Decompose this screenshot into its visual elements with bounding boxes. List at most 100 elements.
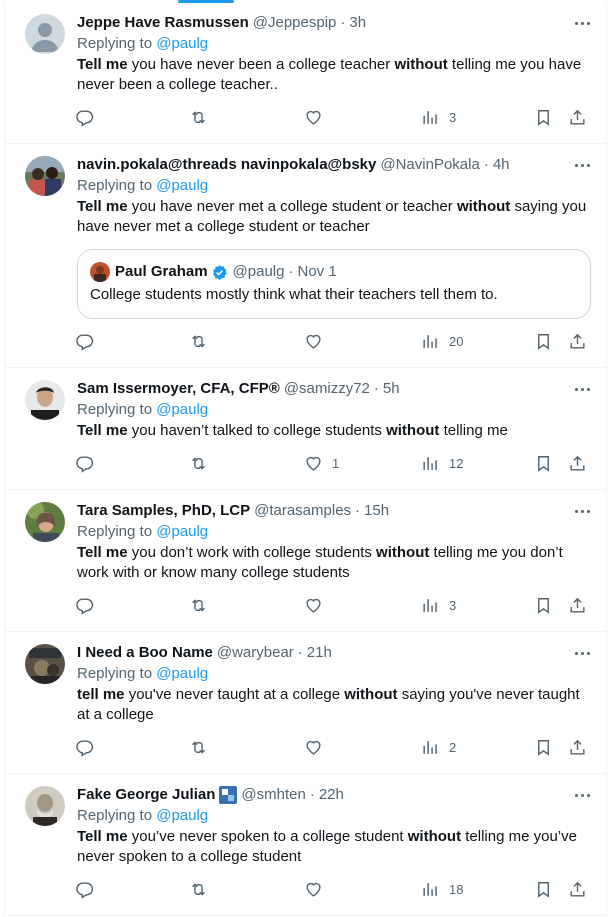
bookmark-button[interactable] xyxy=(534,879,553,899)
replying-to-link[interactable]: @paulg xyxy=(156,523,208,540)
bookmark-icon xyxy=(538,333,549,350)
quoted-text: College students mostly think what their… xyxy=(90,286,498,303)
share-button[interactable] xyxy=(568,879,587,899)
quoted-tweet[interactable]: Paul Graham @paulg · Nov 1 College stude… xyxy=(77,249,591,319)
replying-to-link[interactable]: @paulg xyxy=(156,35,208,52)
share-button[interactable] xyxy=(568,595,587,615)
bookmark-icon xyxy=(538,109,549,126)
timestamp[interactable]: 3h xyxy=(349,13,366,33)
like-button[interactable] xyxy=(304,879,332,899)
like-button[interactable]: 1 xyxy=(304,453,339,473)
like-button[interactable] xyxy=(304,595,332,615)
more-icon[interactable] xyxy=(572,504,592,518)
author-name[interactable]: I Need a Boo Name xyxy=(77,643,213,663)
like-button[interactable] xyxy=(304,107,332,127)
share-button[interactable] xyxy=(568,737,587,757)
bookmark-button[interactable] xyxy=(534,331,553,351)
more-icon[interactable] xyxy=(572,646,592,660)
reply-icon xyxy=(76,597,94,615)
reply-button[interactable] xyxy=(75,107,94,127)
like-count: 1 xyxy=(332,455,340,471)
author-name[interactable]: Fake George Julian xyxy=(77,785,215,805)
reply-button[interactable] xyxy=(75,737,94,757)
author-handle[interactable]: @warybear xyxy=(217,643,294,663)
views-button[interactable]: 20 xyxy=(421,331,463,351)
views-button[interactable]: 3 xyxy=(421,595,456,615)
avatar-photo[interactable] xyxy=(25,156,65,196)
tweet-text: tell me you've never taught at a college… xyxy=(77,686,580,723)
retweet-button[interactable] xyxy=(189,595,208,615)
tweet-text: Tell me you’ve never spoken to a college… xyxy=(77,828,577,865)
reply-button[interactable] xyxy=(75,331,94,351)
avatar-photo[interactable] xyxy=(25,380,65,420)
bookmark-button[interactable] xyxy=(534,107,553,127)
like-button[interactable] xyxy=(304,331,332,351)
retweet-button[interactable] xyxy=(189,107,208,127)
author-handle[interactable]: @NavinPokala xyxy=(380,155,479,175)
replying-to-line: Replying to @paulg xyxy=(77,35,209,52)
view-count: 3 xyxy=(449,597,457,613)
tweet[interactable]: Jeppe Have Rasmussen @Jeppespip · 3h Rep… xyxy=(5,2,606,144)
bookmark-button[interactable] xyxy=(534,453,553,473)
like-button[interactable] xyxy=(304,737,332,757)
retweet-button[interactable] xyxy=(189,879,208,899)
verified-badge-icon xyxy=(212,264,227,280)
separator-dot: · xyxy=(288,263,294,280)
bookmark-button[interactable] xyxy=(534,737,553,757)
retweet-icon xyxy=(192,110,205,124)
retweet-button[interactable] xyxy=(189,453,208,473)
retweet-button[interactable] xyxy=(189,331,208,351)
tweet[interactable]: Sam Issermoyer, CFA, CFP® @samizzy72 · 5… xyxy=(5,368,606,490)
author-name[interactable]: navin.pokala@threads navinpokala@bsky xyxy=(77,155,376,175)
tweet[interactable]: Tara Samples, PhD, LCP @tarasamples · 15… xyxy=(5,490,606,632)
reply-icon xyxy=(76,881,94,899)
replying-to-link[interactable]: @paulg xyxy=(156,401,208,418)
tweet[interactable]: I Need a Boo Name @warybear · 21h Replyi… xyxy=(5,632,606,774)
more-icon[interactable] xyxy=(572,382,592,396)
timestamp[interactable]: 15h xyxy=(364,501,389,521)
tweet[interactable]: navin.pokala@threads navinpokala@bsky @N… xyxy=(5,144,606,368)
more-icon[interactable] xyxy=(572,16,592,30)
share-button[interactable] xyxy=(568,331,587,351)
bookmark-button[interactable] xyxy=(534,595,553,615)
avatar-photo[interactable] xyxy=(25,502,65,542)
like-icon xyxy=(306,110,321,125)
views-button[interactable]: 18 xyxy=(421,879,463,899)
affiliate-badge-icon xyxy=(219,786,238,804)
reply-button[interactable] xyxy=(75,453,94,473)
timestamp[interactable]: 21h xyxy=(307,643,332,663)
avatar-default[interactable] xyxy=(25,14,65,54)
reply-button[interactable] xyxy=(75,879,94,899)
share-button[interactable] xyxy=(568,453,587,473)
retweet-button[interactable] xyxy=(189,737,208,757)
author-name[interactable]: Sam Issermoyer, CFA, CFP® xyxy=(77,379,280,399)
more-icon[interactable] xyxy=(572,788,592,802)
author-name[interactable]: Jeppe Have Rasmussen xyxy=(77,13,249,33)
timestamp[interactable]: 5h xyxy=(383,379,400,399)
more-icon[interactable] xyxy=(572,158,592,172)
separator-dot: · xyxy=(309,786,315,803)
views-button[interactable]: 2 xyxy=(421,737,456,757)
views-icon xyxy=(423,740,437,754)
author-name[interactable]: Tara Samples, PhD, LCP xyxy=(77,501,250,521)
bookmark-icon xyxy=(538,455,549,472)
replying-to-link[interactable]: @paulg xyxy=(156,665,208,682)
author-handle[interactable]: @Jeppespip xyxy=(253,13,337,33)
views-button[interactable]: 3 xyxy=(421,107,456,127)
timestamp[interactable]: 22h xyxy=(319,785,344,805)
share-button[interactable] xyxy=(568,107,587,127)
author-handle[interactable]: @tarasamples xyxy=(254,501,351,521)
replying-to-link[interactable]: @paulg xyxy=(156,177,208,194)
views-button[interactable]: 12 xyxy=(421,453,463,473)
share-icon xyxy=(570,881,585,897)
timestamp[interactable]: 4h xyxy=(493,155,510,175)
replying-to-link[interactable]: @paulg xyxy=(156,807,208,824)
author-handle[interactable]: @samizzy72 xyxy=(284,379,370,399)
avatar-photo[interactable] xyxy=(25,786,65,826)
replying-to-line: Replying to @paulg xyxy=(77,665,209,682)
reply-button[interactable] xyxy=(75,595,94,615)
author-handle[interactable]: @smhten xyxy=(241,785,305,805)
tweet-text: Tell me you haven’t talked to college st… xyxy=(77,422,508,439)
tweet[interactable]: Fake George Julian @smhten · 22h Replyin… xyxy=(5,774,606,916)
avatar-photo[interactable] xyxy=(25,644,65,684)
